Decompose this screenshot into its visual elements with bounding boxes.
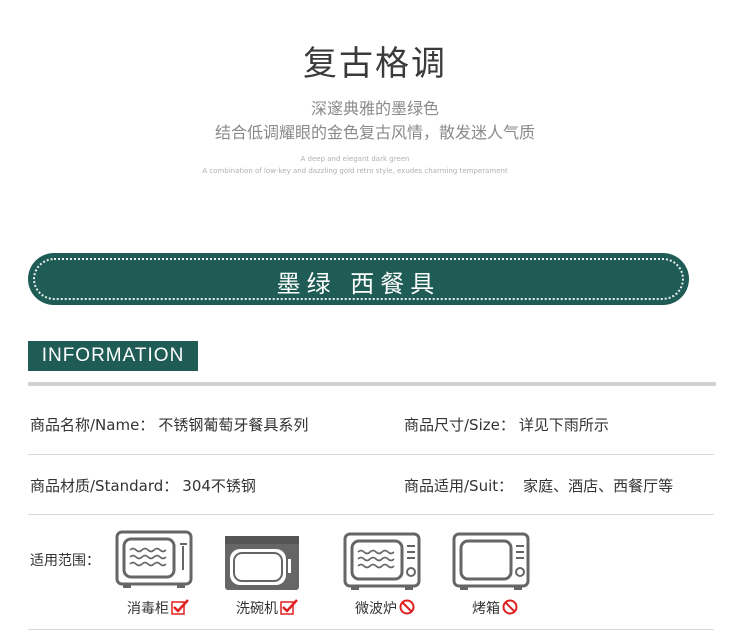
usage-item-label: 消毒柜 — [127, 601, 169, 617]
row-divider — [28, 454, 714, 455]
check-icon — [171, 599, 189, 619]
size-value: 详见下雨所示 — [518, 416, 609, 434]
dishwasher-icon — [224, 535, 300, 595]
usage-item-oven: 烤箱 — [472, 598, 518, 619]
forbidden-icon — [502, 599, 518, 619]
banner-title: 墨绿 西餐具 — [276, 270, 441, 298]
row-divider — [28, 514, 714, 515]
usage-item-label: 微波炉 — [355, 601, 397, 617]
suit-value: 家庭、酒店、西餐厅等 — [523, 477, 674, 495]
microwave-icon — [343, 532, 423, 596]
section-divider — [28, 382, 716, 386]
name-label: 商品名称/Name： — [30, 416, 155, 434]
material-label: 商品材质/Standard： — [30, 477, 179, 495]
forbidden-icon — [399, 599, 415, 619]
suit-label: 商品适用/Suit： — [404, 477, 514, 495]
suit-field: 商品适用/Suit： 家庭、酒店、西餐厅等 — [404, 475, 673, 496]
size-field: 商品尺寸/Size： 详见下雨所示 — [404, 414, 609, 435]
usage-item-label: 烤箱 — [472, 601, 500, 617]
information-heading: INFORMATION — [28, 341, 198, 371]
usage-item-label: 洗碗机 — [236, 601, 278, 617]
english-line-1: A deep and elegant dark green — [300, 155, 410, 163]
size-label: 商品尺寸/Size： — [404, 416, 515, 434]
usage-item-microwave: 微波炉 — [355, 598, 415, 619]
oven-icon — [452, 532, 532, 596]
subtitle-line-2: 结合低调耀眼的金色复古风情，散发迷人气质 — [214, 123, 535, 142]
english-line-2: A combination of low-key and dazzling go… — [202, 167, 508, 175]
page-title: 复古格调 — [303, 44, 447, 84]
name-value: 不锈钢葡萄牙餐具系列 — [158, 416, 309, 434]
material-value: 304不锈钢 — [182, 477, 256, 495]
usage-label: 适用范围： — [30, 553, 100, 569]
subtitle-line-1: 深邃典雅的墨绿色 — [310, 99, 439, 118]
check-icon — [280, 599, 298, 619]
usage-item-dishwasher: 洗碗机 — [236, 598, 298, 619]
bottom-divider — [28, 629, 714, 630]
material-field: 商品材质/Standard： 304不锈钢 — [30, 475, 256, 496]
name-field: 商品名称/Name： 不锈钢葡萄牙餐具系列 — [30, 414, 308, 435]
product-banner: 墨绿 西餐具 — [28, 253, 689, 305]
usage-item-disinfection-cabinet: 消毒柜 — [127, 598, 189, 619]
disinfection-cabinet-icon — [115, 530, 195, 594]
